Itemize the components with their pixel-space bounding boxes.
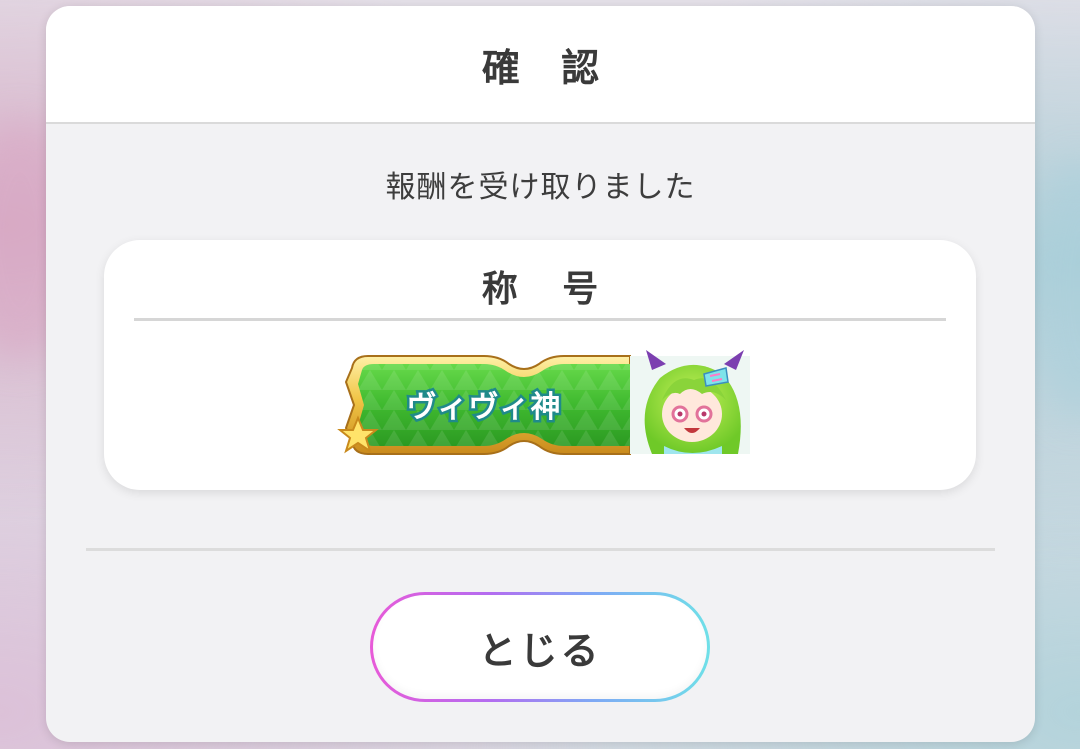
reward-category-label: 称 号 (481, 269, 615, 310)
dialog-title: 確 認 (481, 45, 614, 90)
title-plate-text: ヴィヴィ神 (407, 390, 562, 425)
close-button-face[interactable]: とじる (373, 595, 707, 699)
background-blur (1030, 160, 1080, 420)
character-portrait-icon (630, 350, 750, 454)
confirm-dialog: 確 認 報酬を受け取りました 称 号 ヴィヴィ神 とじる (46, 6, 1035, 742)
reward-card-divider (134, 318, 946, 321)
close-button-label: とじる (478, 628, 602, 673)
dialog-header: 確 認 (46, 6, 1035, 124)
reward-card: 称 号 ヴィヴィ神 (104, 240, 976, 490)
dialog-footer-divider (86, 548, 995, 551)
close-button[interactable]: とじる (370, 592, 710, 702)
title-plate: ヴィヴィ神 (337, 350, 750, 455)
reward-received-message: 報酬を受け取りました (385, 170, 696, 205)
